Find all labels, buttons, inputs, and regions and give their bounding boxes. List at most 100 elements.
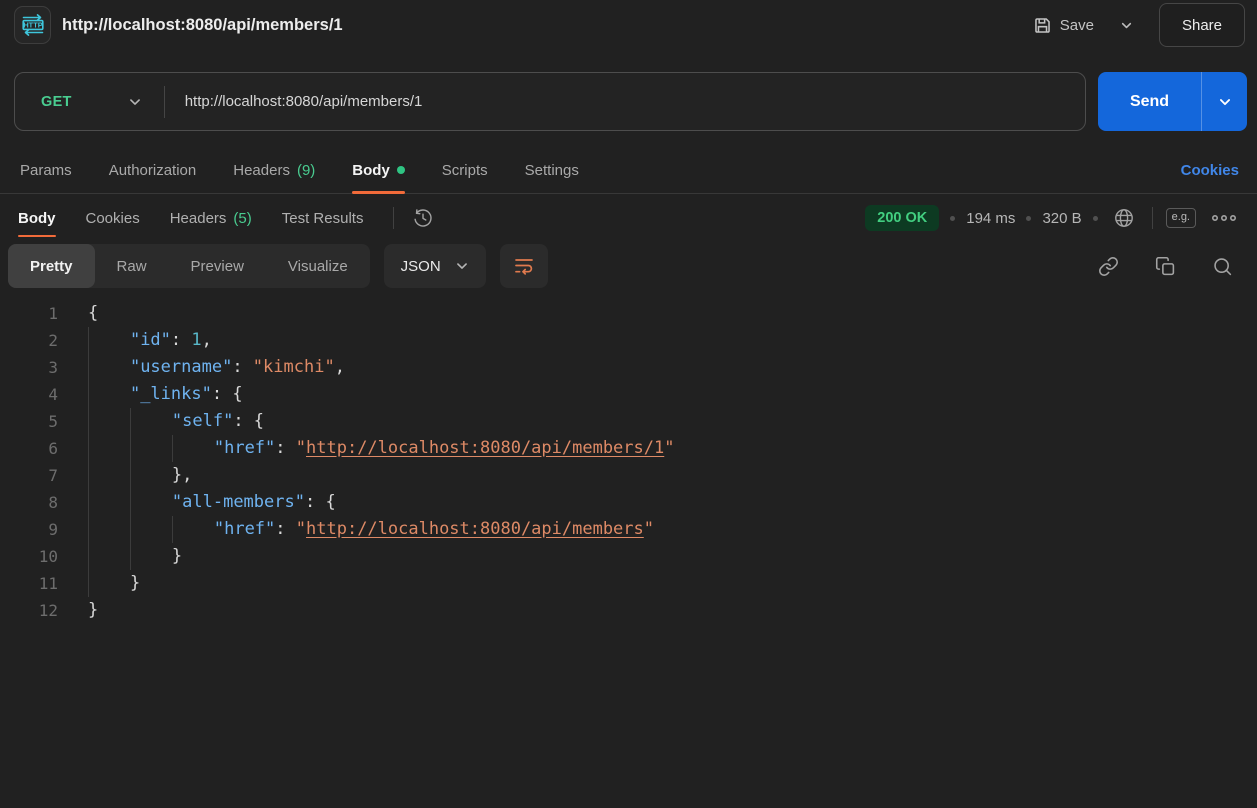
json-token: : { [233,411,265,431]
save-icon [1033,16,1052,35]
meta-separator-dot [1092,215,1098,221]
url-input[interactable] [164,73,1085,130]
json-token: : [275,438,296,458]
indent-guide [129,435,172,462]
meta-divider [1151,207,1153,229]
tab-label: Headers [233,161,290,179]
indent-guide [88,354,130,381]
json-token: " [643,519,655,539]
response-tab-headers[interactable]: Headers (5) [170,199,252,237]
line-content: "href": "http://localhost:8080/api/membe… [58,516,654,543]
network-info-button[interactable] [1109,203,1139,233]
indent-guide [129,408,172,435]
cookies-link[interactable]: Cookies [1179,158,1241,183]
request-tab-list: Params Authorization Headers (9) Body Scripts… [20,147,616,194]
line-number: 5 [48,412,58,431]
search-body-button[interactable] [1208,252,1237,281]
response-history-button[interactable] [408,203,438,233]
json-token: } [129,573,141,593]
tab-headers[interactable]: Headers (9) [233,147,315,193]
wrap-lines-button[interactable] [499,244,548,288]
json-token: }, [171,465,193,485]
method-label: GET [41,93,72,110]
copy-body-button[interactable] [1151,252,1180,281]
save-options-chevron[interactable] [1108,9,1145,42]
json-link[interactable]: http://localhost:8080/api/members [306,519,644,539]
line-number: 11 [38,574,58,593]
response-size[interactable]: 320 B [1042,210,1081,227]
tab-authorization[interactable]: Authorization [109,147,197,193]
request-url-row: GET Send [0,50,1257,147]
json-link[interactable]: http://localhost:8080/api/members/1 [306,438,664,458]
save-button[interactable]: Save [1027,8,1100,43]
meta-separator-dot [1026,215,1032,221]
view-mode-visualize[interactable]: Visualize [266,244,370,288]
code-line: 4 "_links": { [0,381,1257,408]
share-button[interactable]: Share [1159,3,1245,47]
json-token: "id" [129,330,171,350]
status-badge[interactable]: 200 OK [865,205,940,231]
code-line: 3 "username": "kimchi", [0,354,1257,381]
code-line: 5 "self": { [0,408,1257,435]
code-line: 1{ [0,300,1257,327]
text-wrap-icon [513,255,535,277]
chevron-down-icon [128,95,142,109]
json-token: "all-members" [171,492,305,512]
response-tab-cookies[interactable]: Cookies [86,199,140,237]
line-content: } [58,570,140,597]
history-clock-icon [412,207,434,229]
response-tab-body[interactable]: Body [18,199,56,237]
url-bar: GET [14,72,1086,131]
tab-count: (5) [233,209,252,227]
view-mode-raw[interactable]: Raw [95,244,169,288]
save-as-example-button[interactable]: e.g. [1165,208,1196,228]
tab-scripts[interactable]: Scripts [442,147,488,193]
indent-guide [88,381,130,408]
tab-body[interactable]: Body [352,147,405,194]
line-content: "_links": { [58,381,243,408]
code-line: 10 } [0,543,1257,570]
ellipsis-icon [1211,213,1237,223]
request-title: http://localhost:8080/api/members/1 [62,15,343,34]
chevron-down-icon [1120,19,1133,32]
tab-params[interactable]: Params [20,147,72,193]
line-content: } [58,543,182,570]
language-dropdown[interactable]: JSON [383,244,486,288]
tab-settings[interactable]: Settings [525,147,579,193]
send-options-chevron[interactable] [1201,72,1247,131]
json-token: "href" [213,519,276,539]
search-icon [1212,256,1233,277]
response-meta: 200 OK 194 ms 320 B e.g. [865,203,1241,233]
json-token: "href" [213,438,276,458]
indent-guide [88,516,130,543]
copy-icon [1155,256,1176,277]
response-time[interactable]: 194 ms [966,210,1015,227]
method-dropdown[interactable]: GET [15,73,164,130]
json-token: : [232,357,253,377]
save-label: Save [1059,16,1094,34]
send-button[interactable]: Send [1098,72,1201,131]
indent-guide [171,435,214,462]
indent-guide [88,462,130,489]
json-token: "_links" [129,384,212,404]
copy-link-button[interactable] [1094,252,1123,281]
json-token: " [664,438,675,458]
response-body-json[interactable]: 1{2 "id": 1, 3 "username": "kimchi", 4 "_l… [0,296,1257,624]
response-tab-list: Body Cookies Headers (5) Test Results [18,199,393,237]
line-content: "username": "kimchi", [58,354,345,381]
json-token: : { [304,492,336,512]
json-token: { [88,303,99,323]
response-more-options-button[interactable] [1207,209,1241,227]
line-number: 4 [48,385,58,404]
line-number: 7 [48,466,58,485]
meta-separator-dot [950,215,956,221]
line-number: 9 [48,520,58,539]
view-mode-segmented-control: Pretty Raw Preview Visualize [8,244,370,288]
header-actions: Save Share [1027,3,1245,47]
view-mode-preview[interactable]: Preview [169,244,266,288]
postman-window: HTTP http://localhost:8080/api/members/1… [0,0,1257,808]
chevron-down-icon [455,259,469,273]
view-mode-pretty[interactable]: Pretty [8,244,95,288]
tab-label: Authorization [108,161,197,179]
response-tab-test-results[interactable]: Test Results [282,199,364,237]
